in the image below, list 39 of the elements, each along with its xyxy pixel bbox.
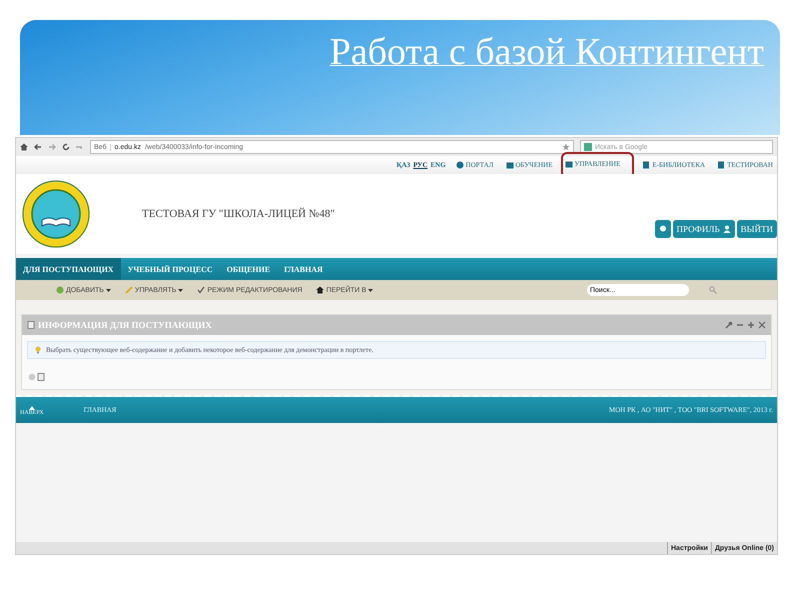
document-icon[interactable] xyxy=(37,373,45,381)
google-icon xyxy=(584,143,592,151)
nav-tab[interactable]: УЧЕБНЫЙ ПРОЦЕСС xyxy=(120,258,220,280)
slide-title: Работа с базой Контингент xyxy=(330,30,764,74)
book-icon xyxy=(717,161,726,169)
reload-icon[interactable] xyxy=(62,143,70,151)
caret-icon xyxy=(178,286,184,294)
back-arrow-icon[interactable] xyxy=(34,143,42,151)
book-icon xyxy=(642,161,650,169)
wrench-icon[interactable] xyxy=(725,321,733,329)
forward-arrow-icon[interactable] xyxy=(48,143,56,151)
caret-up-icon xyxy=(28,404,35,410)
globe-icon xyxy=(456,161,464,169)
close-icon[interactable] xyxy=(758,321,766,329)
nav-tab[interactable]: ДЛЯ ПОСТУПАЮЩИХ xyxy=(16,258,121,280)
star-icon[interactable] xyxy=(562,143,570,151)
profile-button[interactable]: ПРОФИЛЬ xyxy=(672,220,735,238)
folder-icon xyxy=(564,160,572,168)
school-emblem-drawing xyxy=(22,180,90,248)
caret-icon xyxy=(106,286,111,294)
location-button[interactable] xyxy=(654,220,671,238)
document-icon xyxy=(27,321,35,329)
school-name: ТЕСТОВАЯ ГУ "ШКОЛА-ЛИЦЕЙ №48" xyxy=(142,208,336,220)
pencil-icon xyxy=(124,286,133,294)
user-icon xyxy=(722,225,731,233)
logout-button[interactable]: ВЫЙТИ xyxy=(736,220,777,238)
folder-icon xyxy=(506,161,514,169)
nav-tab[interactable]: ОБЩЕНИЕ xyxy=(220,258,278,280)
portlet-title: ИНФОРМАЦИЯ ДЛЯ ПОСТУПАЮЩИХ xyxy=(38,320,212,330)
map-pin-icon xyxy=(658,225,667,233)
plus-circle-icon xyxy=(56,286,64,294)
home-icon xyxy=(316,286,324,294)
search-icon[interactable] xyxy=(709,286,717,294)
caret-icon xyxy=(368,286,374,294)
lightbulb-icon xyxy=(34,346,42,354)
checkmark-icon xyxy=(197,286,206,294)
maximize-icon[interactable] xyxy=(747,321,755,329)
nav-tab[interactable]: ГЛАВНАЯ xyxy=(277,258,330,280)
home-icon[interactable] xyxy=(20,143,28,151)
